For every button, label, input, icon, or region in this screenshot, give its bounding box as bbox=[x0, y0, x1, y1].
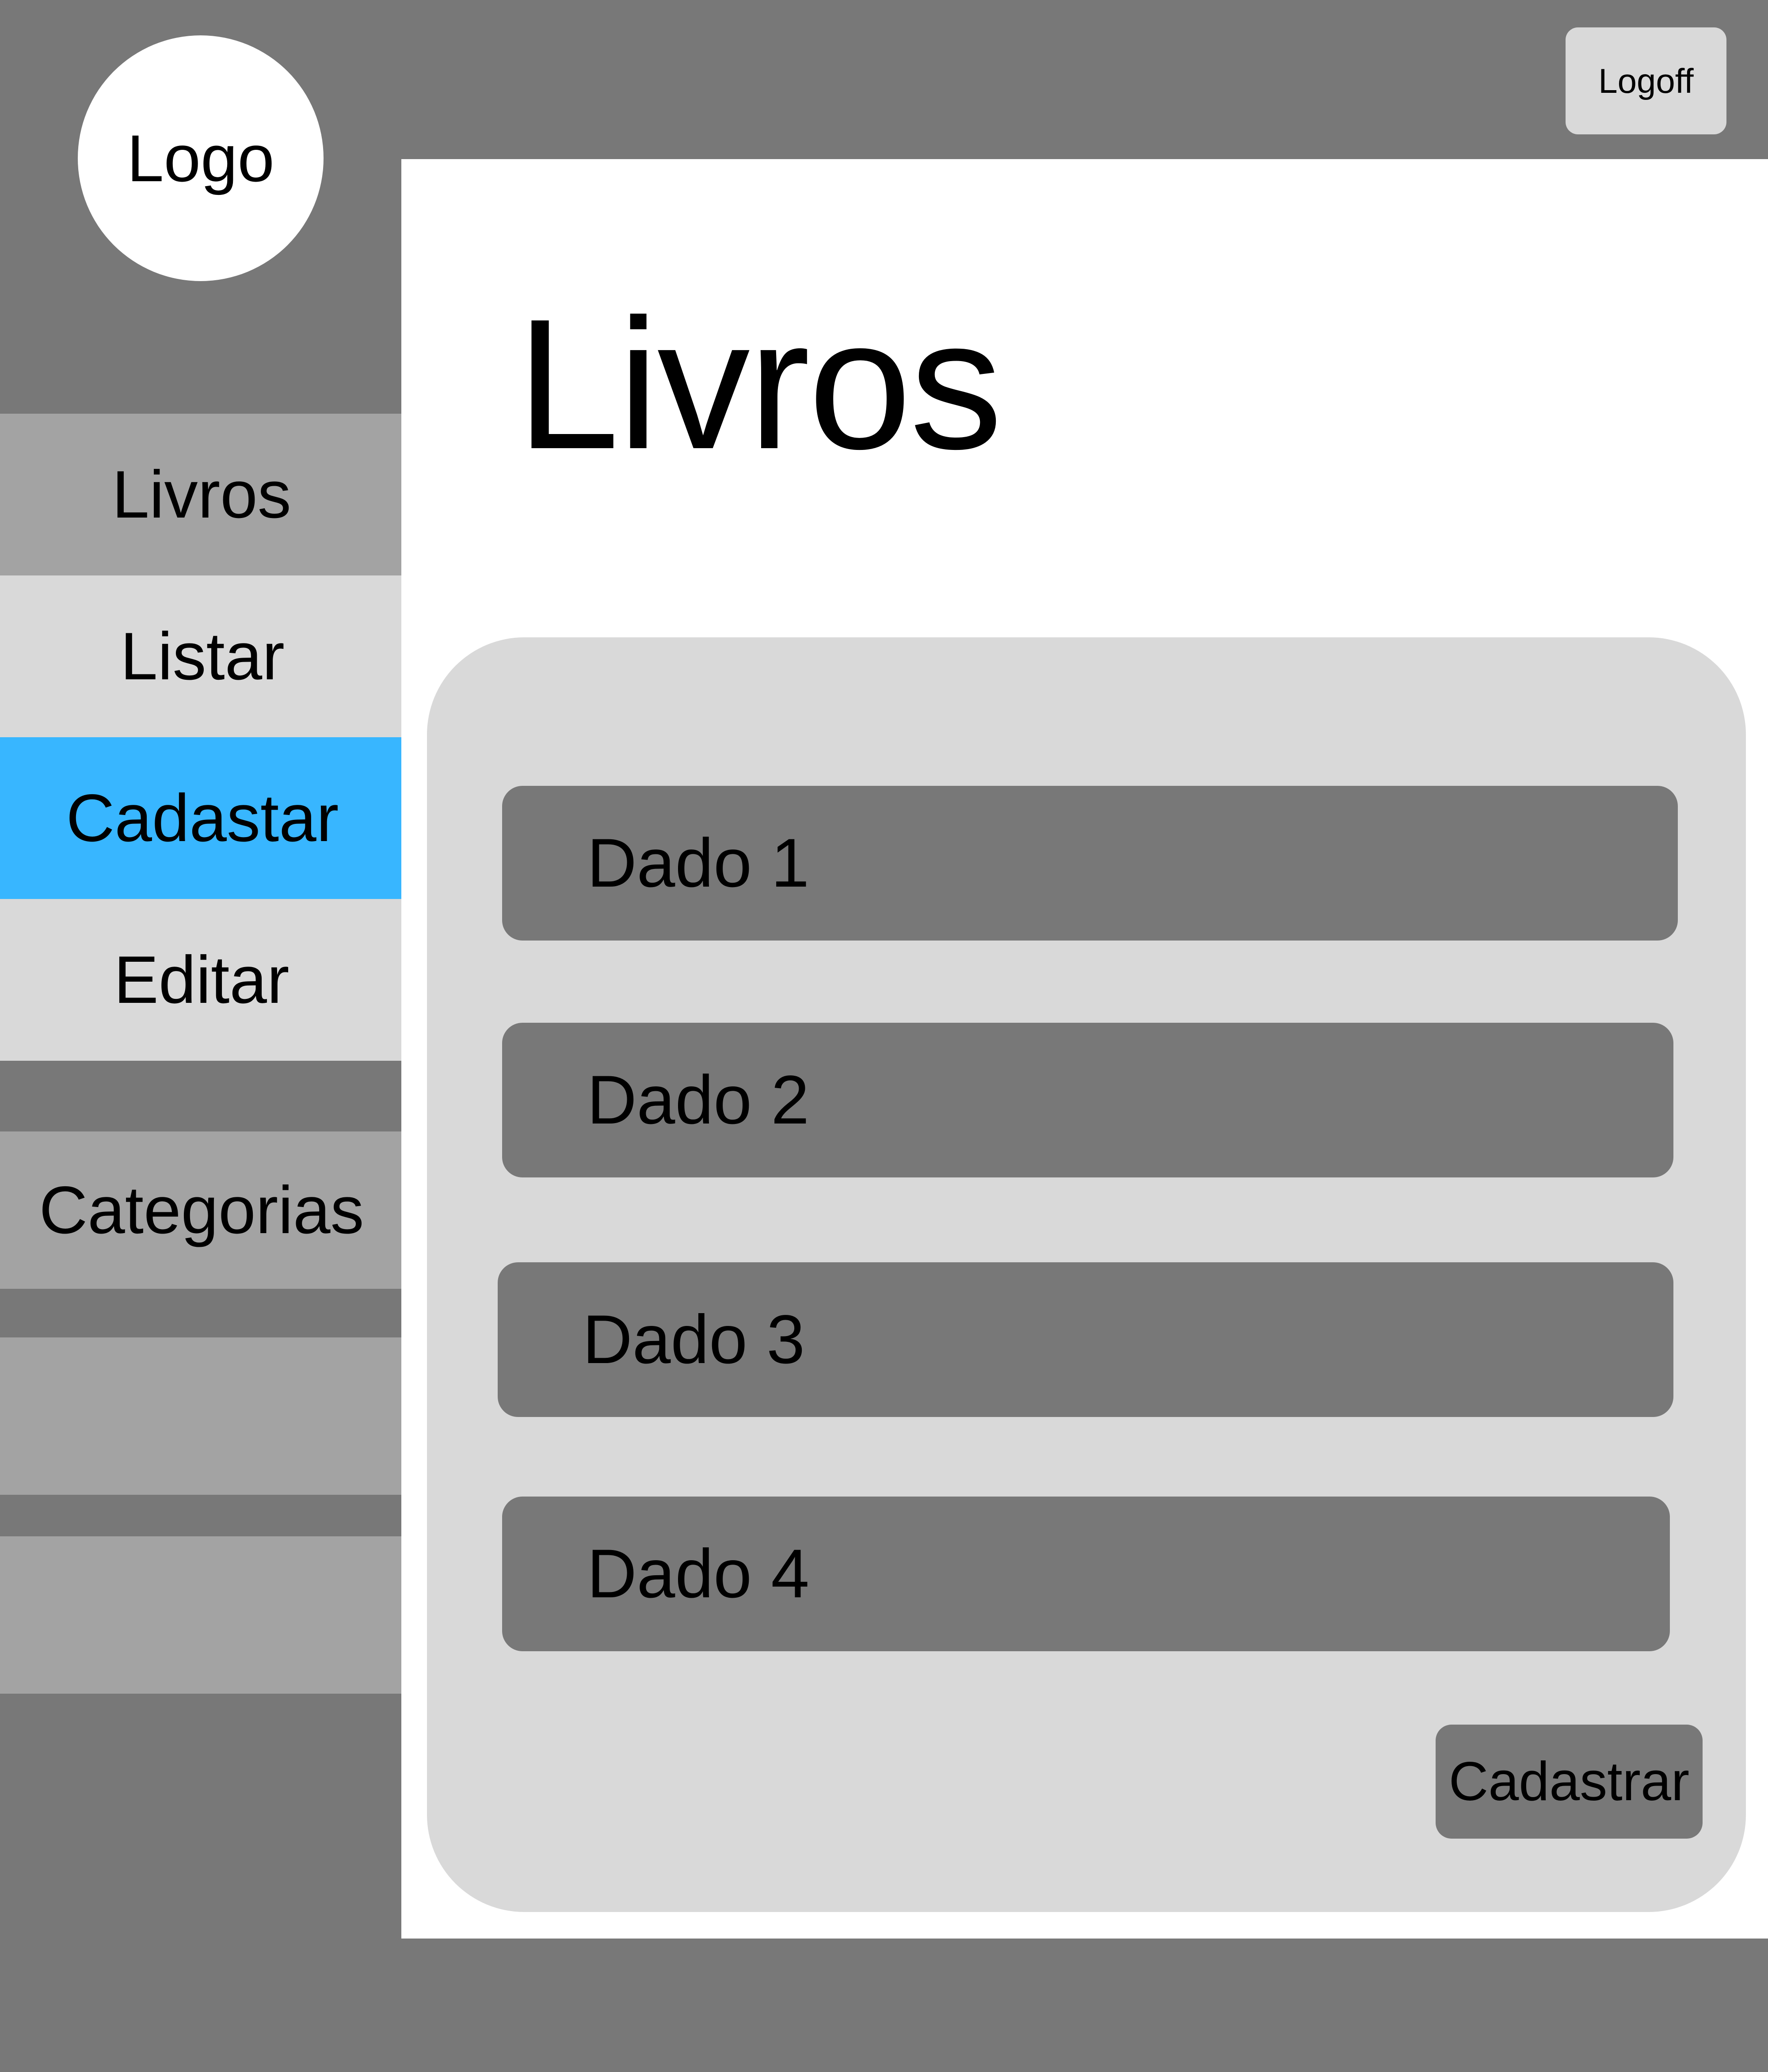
sidebar-item-editar[interactable]: Editar bbox=[0, 899, 403, 1061]
logoff-button[interactable]: Logoff bbox=[1566, 27, 1726, 134]
data-field-label: Dado 1 bbox=[587, 824, 810, 902]
sidebar-item-label: Editar bbox=[114, 942, 290, 1017]
data-field-4[interactable]: Dado 4 bbox=[502, 1497, 1670, 1651]
sidebar-item-label: Listar bbox=[120, 618, 285, 694]
logo-text: Logo bbox=[127, 121, 274, 195]
cadastrar-button-label: Cadastrar bbox=[1448, 1751, 1690, 1812]
data-field-label: Dado 2 bbox=[587, 1061, 810, 1139]
data-field-1[interactable]: Dado 1 bbox=[502, 786, 1678, 941]
sidebar-item-label: Categorias bbox=[39, 1172, 364, 1248]
page-title: Livros bbox=[516, 281, 1002, 488]
logo: Logo bbox=[78, 35, 324, 281]
main-content: Livros Dado 1 Dado 2 Dado 3 Dado 4 Cadas… bbox=[401, 159, 1768, 1939]
form-card: Dado 1 Dado 2 Dado 3 Dado 4 Cadastrar bbox=[427, 637, 1746, 1912]
sidebar-item-empty[interactable] bbox=[0, 1536, 403, 1694]
cadastrar-button[interactable]: Cadastrar bbox=[1436, 1725, 1703, 1839]
data-field-label: Dado 4 bbox=[587, 1535, 810, 1612]
sidebar-item-label: Cadastar bbox=[66, 780, 339, 856]
app-screen: Logo Logoff Livros Listar Cadastar Edita… bbox=[0, 0, 1768, 2072]
sidebar-item-livros[interactable]: Livros bbox=[0, 414, 403, 575]
logoff-label: Logoff bbox=[1598, 61, 1694, 100]
data-field-label: Dado 3 bbox=[583, 1301, 805, 1378]
data-field-2[interactable]: Dado 2 bbox=[502, 1023, 1673, 1177]
sidebar-item-listar[interactable]: Listar bbox=[0, 575, 405, 737]
sidebar-item-categorias[interactable]: Categorias bbox=[0, 1131, 403, 1289]
data-field-3[interactable]: Dado 3 bbox=[498, 1262, 1673, 1417]
sidebar-item-label: Livros bbox=[112, 457, 291, 532]
sidebar-item-cadastar[interactable]: Cadastar bbox=[0, 737, 405, 899]
sidebar-item-empty[interactable] bbox=[0, 1337, 403, 1495]
